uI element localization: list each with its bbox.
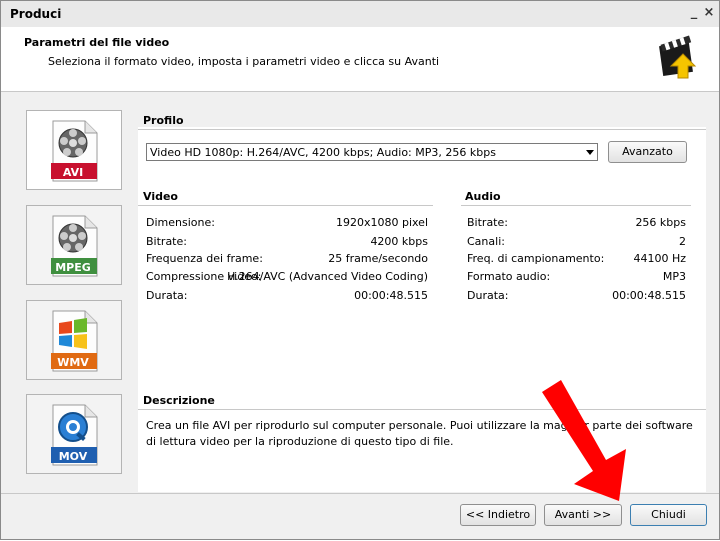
- video-framerate-label: Frequenza dei frame:: [146, 252, 263, 265]
- chevron-down-icon[interactable]: [586, 150, 594, 155]
- format-wmv-label: WMV: [57, 356, 89, 369]
- audio-format-value: MP3: [662, 270, 686, 283]
- advanced-button[interactable]: Avanzato: [608, 141, 687, 163]
- video-divider: [138, 205, 433, 206]
- audio-duration-value: 00:00:48.515: [612, 289, 686, 302]
- video-dimension-label: Dimensione:: [146, 216, 215, 229]
- audio-samplerate-value: 44100 Hz: [633, 252, 686, 265]
- description-heading: Descrizione: [143, 394, 215, 407]
- profile-divider: [138, 129, 706, 130]
- audio-bitrate-value: 256 kbps: [635, 216, 686, 229]
- footer-divider: [1, 493, 719, 494]
- page-title: Parametri del file video: [24, 36, 170, 49]
- clapperboard-icon: [659, 35, 697, 79]
- profile-select-value: Video HD 1080p: H.264/AVC, 4200 kbps; Au…: [150, 146, 496, 159]
- audio-channels-value: 2: [679, 235, 686, 248]
- profile-heading: Profilo: [143, 114, 184, 127]
- format-mpeg-button[interactable]: MPEG: [26, 205, 122, 285]
- description-divider: [138, 409, 706, 410]
- close-icon[interactable]: ×: [701, 5, 717, 21]
- wizard-header: Parametri del file video Seleziona il fo…: [1, 27, 719, 92]
- audio-divider: [461, 205, 691, 206]
- video-dimension-value: 1920x1080 pixel: [335, 216, 428, 229]
- window-title: Produci: [10, 7, 62, 21]
- video-duration-label: Durata:: [146, 289, 188, 302]
- video-bitrate-label: Bitrate:: [146, 235, 187, 248]
- video-bitrate-value: 4200 kbps: [370, 235, 428, 248]
- video-codec-value: H.264/AVC (Advanced Video Coding): [227, 270, 428, 283]
- produce-dialog: Produci _ × Parametri del file video Sel…: [0, 0, 720, 540]
- format-mov-button[interactable]: MOV: [26, 394, 122, 474]
- audio-heading: Audio: [465, 190, 501, 203]
- format-avi-button[interactable]: AVI: [26, 110, 122, 190]
- page-subtitle: Seleziona il formato video, imposta i pa…: [48, 55, 440, 68]
- profile-select[interactable]: Video HD 1080p: H.264/AVC, 4200 kbps; Au…: [146, 143, 598, 161]
- description-text: Crea un file AVI per riprodurlo sul comp…: [146, 419, 693, 448]
- audio-samplerate-label: Freq. di campionamento:: [467, 252, 605, 265]
- minimize-icon[interactable]: _: [686, 5, 702, 21]
- format-avi-label: AVI: [62, 166, 84, 179]
- video-heading: Video: [143, 190, 178, 203]
- format-mpeg-label: MPEG: [55, 261, 91, 274]
- audio-channels-label: Canali:: [467, 235, 505, 248]
- close-button[interactable]: Chiudi: [630, 504, 707, 526]
- audio-duration-label: Durata:: [467, 289, 509, 302]
- format-mov-label: MOV: [58, 450, 88, 463]
- format-wmv-button[interactable]: WMV: [26, 300, 122, 380]
- title-bar: Produci _ ×: [1, 1, 719, 28]
- back-button[interactable]: << Indietro: [460, 504, 536, 526]
- audio-bitrate-label: Bitrate:: [467, 216, 508, 229]
- video-framerate-value: 25 frame/secondo: [328, 252, 428, 265]
- video-duration-value: 00:00:48.515: [354, 289, 428, 302]
- audio-format-label: Formato audio:: [467, 270, 551, 283]
- next-button[interactable]: Avanti >>: [544, 504, 622, 526]
